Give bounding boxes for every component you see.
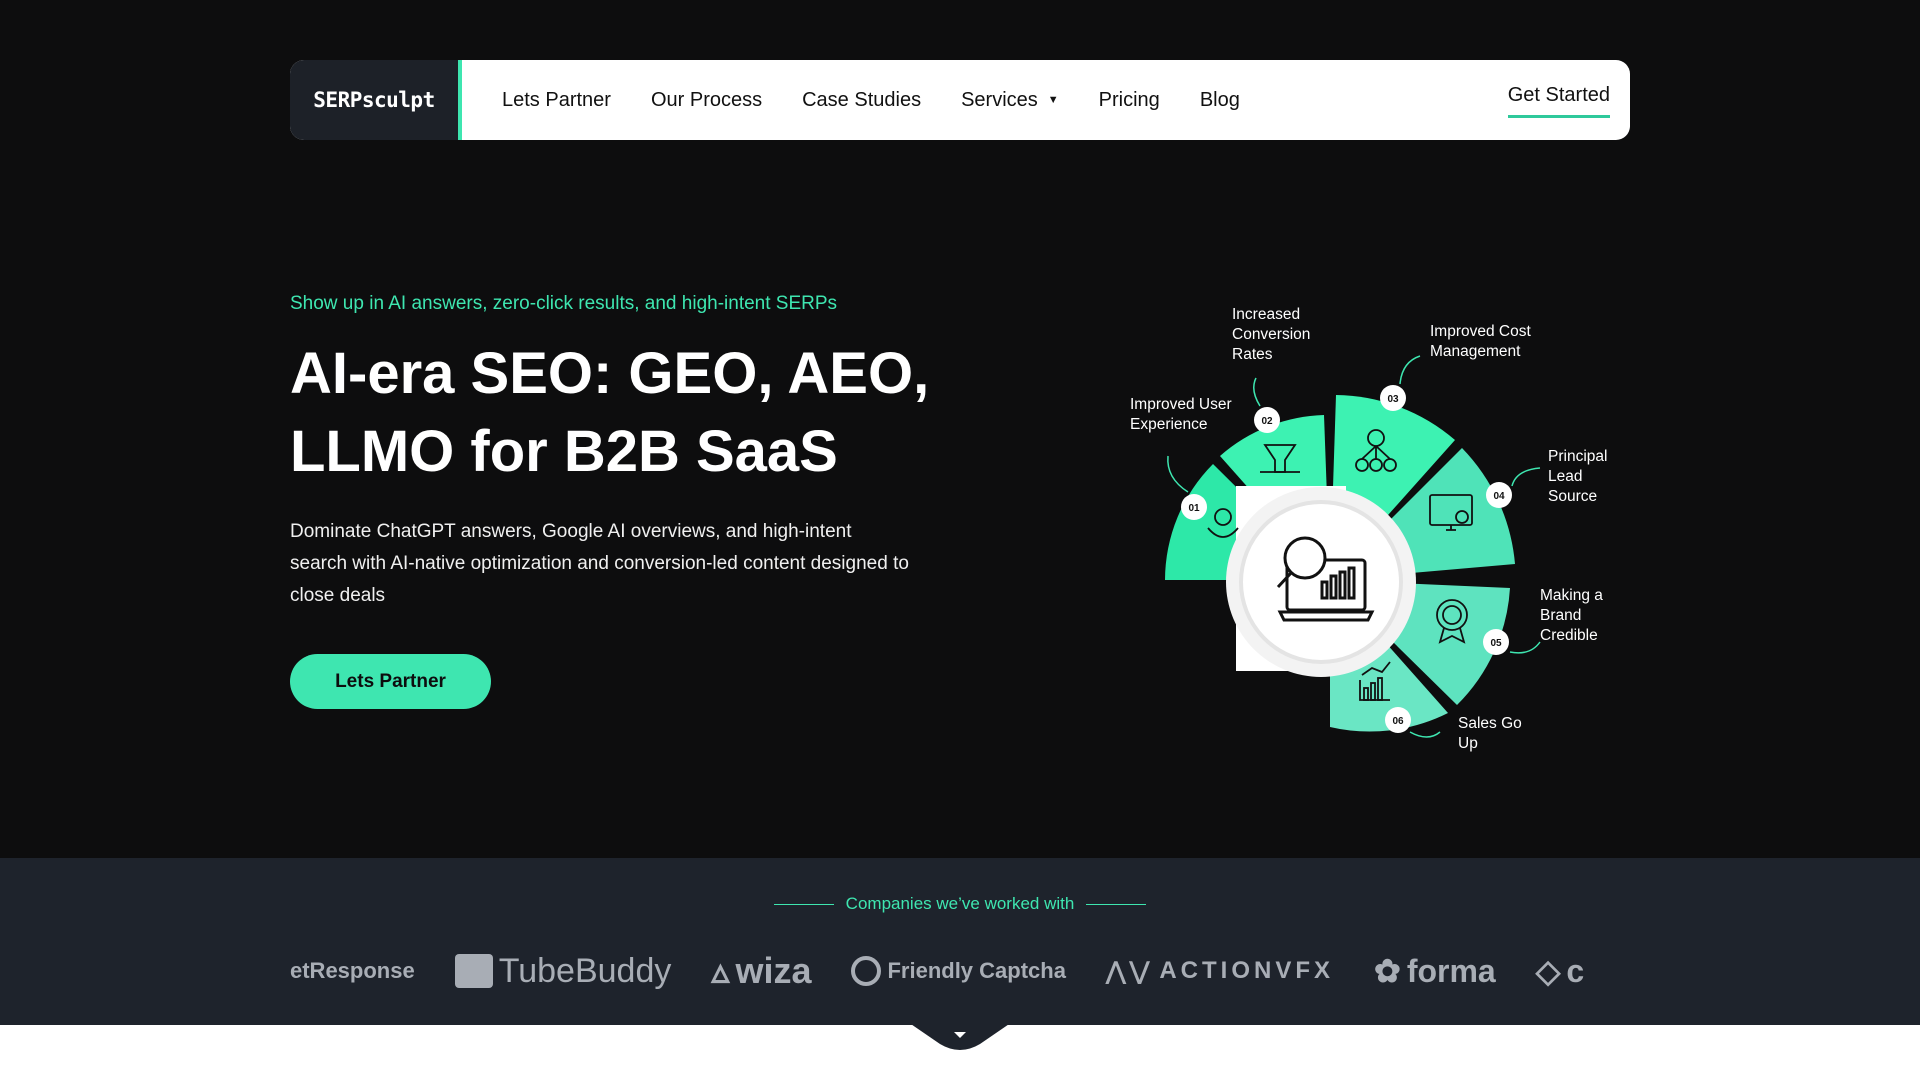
step-num-04: 04 — [1493, 491, 1505, 502]
client-logo-actionvfx-text: ACTIONVFX — [1159, 957, 1334, 984]
client-logo-partial-text: c — [1566, 952, 1585, 989]
nav-links: Lets Partner Our Process Case Studies Se… — [482, 89, 1260, 112]
step-label-02: Increased Conversion Rates — [1232, 306, 1311, 363]
step-num-03: 03 — [1387, 394, 1399, 405]
step-label-05: Making a Brand Credible — [1540, 587, 1603, 644]
clients-title: Companies we’ve worked with — [845, 894, 1075, 913]
get-started-link[interactable]: Get Started — [1507, 84, 1610, 118]
nav-link-blog[interactable]: Blog — [1180, 89, 1260, 112]
hero-subtext: Dominate ChatGPT answers, Google AI over… — [290, 521, 909, 606]
logo-container[interactable]: SERPsculpt — [290, 60, 462, 140]
scroll-down-notch[interactable] — [905, 1020, 1015, 1052]
step-num-05: 05 — [1490, 638, 1502, 649]
forma-flower-icon: ✿ — [1374, 953, 1401, 989]
nav-link-case-studies[interactable]: Case Studies — [782, 89, 941, 112]
step-num-02: 02 — [1261, 416, 1273, 427]
client-logo-friendly-captcha: Friendly Captcha — [851, 956, 1066, 986]
actionvfx-mark-icon: ⋀⋁ — [1105, 957, 1154, 985]
step-label-04: Principal Lead Source — [1548, 448, 1608, 505]
client-logo-wiza-text: wiza — [735, 950, 812, 991]
nav-link-services-label: Services — [961, 88, 1038, 111]
benefits-diagram: 01 02 03 04 05 06 Improved User Experien… — [1110, 290, 1630, 770]
client-logo-getresponse: etResponse — [290, 958, 415, 984]
tubebuddy-mark-icon — [454, 954, 493, 988]
title-divider-left — [773, 903, 834, 905]
client-logo-friendly-captcha-text: Friendly Captcha — [887, 958, 1066, 983]
diamond-logo-icon: ◇ — [1535, 953, 1561, 989]
client-logo-forma: ✿ forma — [1374, 952, 1496, 990]
nav-link-services[interactable]: Services ▼ — [941, 89, 1079, 112]
clients-strip: Companies we’ve worked with etResponse T… — [0, 858, 1920, 1025]
client-logo-actionvfx: ⋀⋁ ACTIONVFX — [1106, 957, 1334, 986]
nav-link-lets-partner[interactable]: Lets Partner — [482, 89, 631, 112]
nav-link-our-process[interactable]: Our Process — [631, 89, 782, 112]
step-num-06: 06 — [1392, 716, 1404, 727]
client-logo-tubebuddy-text: TubeBuddy — [498, 951, 672, 990]
brand-logo[interactable]: SERPsculpt — [313, 88, 435, 112]
clients-title-row: Companies we’ve worked with — [0, 894, 1920, 914]
client-logo-carousel: etResponse TubeBuddy ▵ wiza Friendly Cap… — [290, 946, 1630, 996]
client-logo-getresponse-text: etResponse — [290, 958, 415, 983]
hero-headline: AI-era SEO: GEO, AEO, LLMO for B2B SaaS — [290, 341, 930, 484]
caret-down-icon: ▼ — [1047, 94, 1059, 106]
nav-link-pricing[interactable]: Pricing — [1079, 89, 1180, 112]
benefits-wheel: 01 02 03 04 05 06 — [1165, 355, 1541, 738]
client-logo-tubebuddy: TubeBuddy — [454, 951, 672, 991]
friendly-captcha-icon — [851, 956, 882, 986]
title-divider-right — [1086, 903, 1147, 905]
step-label-03: Improved Cost Management — [1430, 323, 1531, 360]
lets-partner-button[interactable]: Lets Partner — [290, 654, 491, 709]
client-logo-partial: ◇ c — [1536, 952, 1584, 990]
step-label-06: Sales Go Up — [1458, 715, 1522, 752]
step-label-01: Improved User Experience — [1130, 396, 1232, 433]
wiza-hat-icon: ▵ — [711, 950, 730, 991]
top-navbar: SERPsculpt Lets Partner Our Process Case… — [290, 60, 1630, 140]
hero-eyebrow: Show up in AI answers, zero-click result… — [290, 293, 838, 314]
client-logo-wiza: ▵ wiza — [711, 950, 811, 992]
client-logo-forma-text: forma — [1406, 952, 1496, 989]
step-num-01: 01 — [1188, 503, 1200, 514]
